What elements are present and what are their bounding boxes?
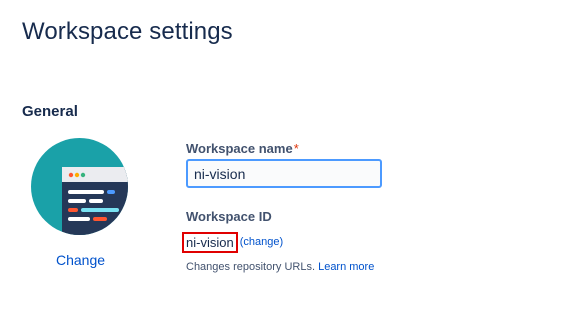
learn-more-link[interactable]: Learn more [318, 261, 374, 273]
workspace-settings-page: Workspace settings General Change Worksp… [0, 0, 586, 314]
change-workspace-id-link[interactable]: change [243, 236, 279, 248]
workspace-id-row: ni-vision (change) [182, 231, 283, 253]
workspace-id-value: ni-vision [182, 231, 238, 253]
workspace-code-window-icon [62, 167, 128, 235]
workspace-name-input[interactable] [186, 159, 382, 188]
workspace-id-help-text: Changes repository URLs. [186, 261, 316, 273]
required-mark: * [293, 141, 299, 156]
workspace-id-change: (change) [240, 236, 283, 248]
workspace-id-help: Changes repository URLs. Learn more [186, 261, 374, 273]
workspace-id-label: Workspace ID [186, 209, 272, 224]
page-title: Workspace settings [22, 18, 233, 45]
workspace-name-label: Workspace name* [186, 141, 299, 156]
workspace-name-label-text: Workspace name [186, 141, 293, 156]
avatar [31, 138, 128, 235]
workspace-avatar [31, 138, 128, 235]
change-close-paren: ) [279, 236, 284, 248]
change-avatar-link[interactable]: Change [56, 252, 105, 268]
section-title-general: General [22, 103, 78, 120]
